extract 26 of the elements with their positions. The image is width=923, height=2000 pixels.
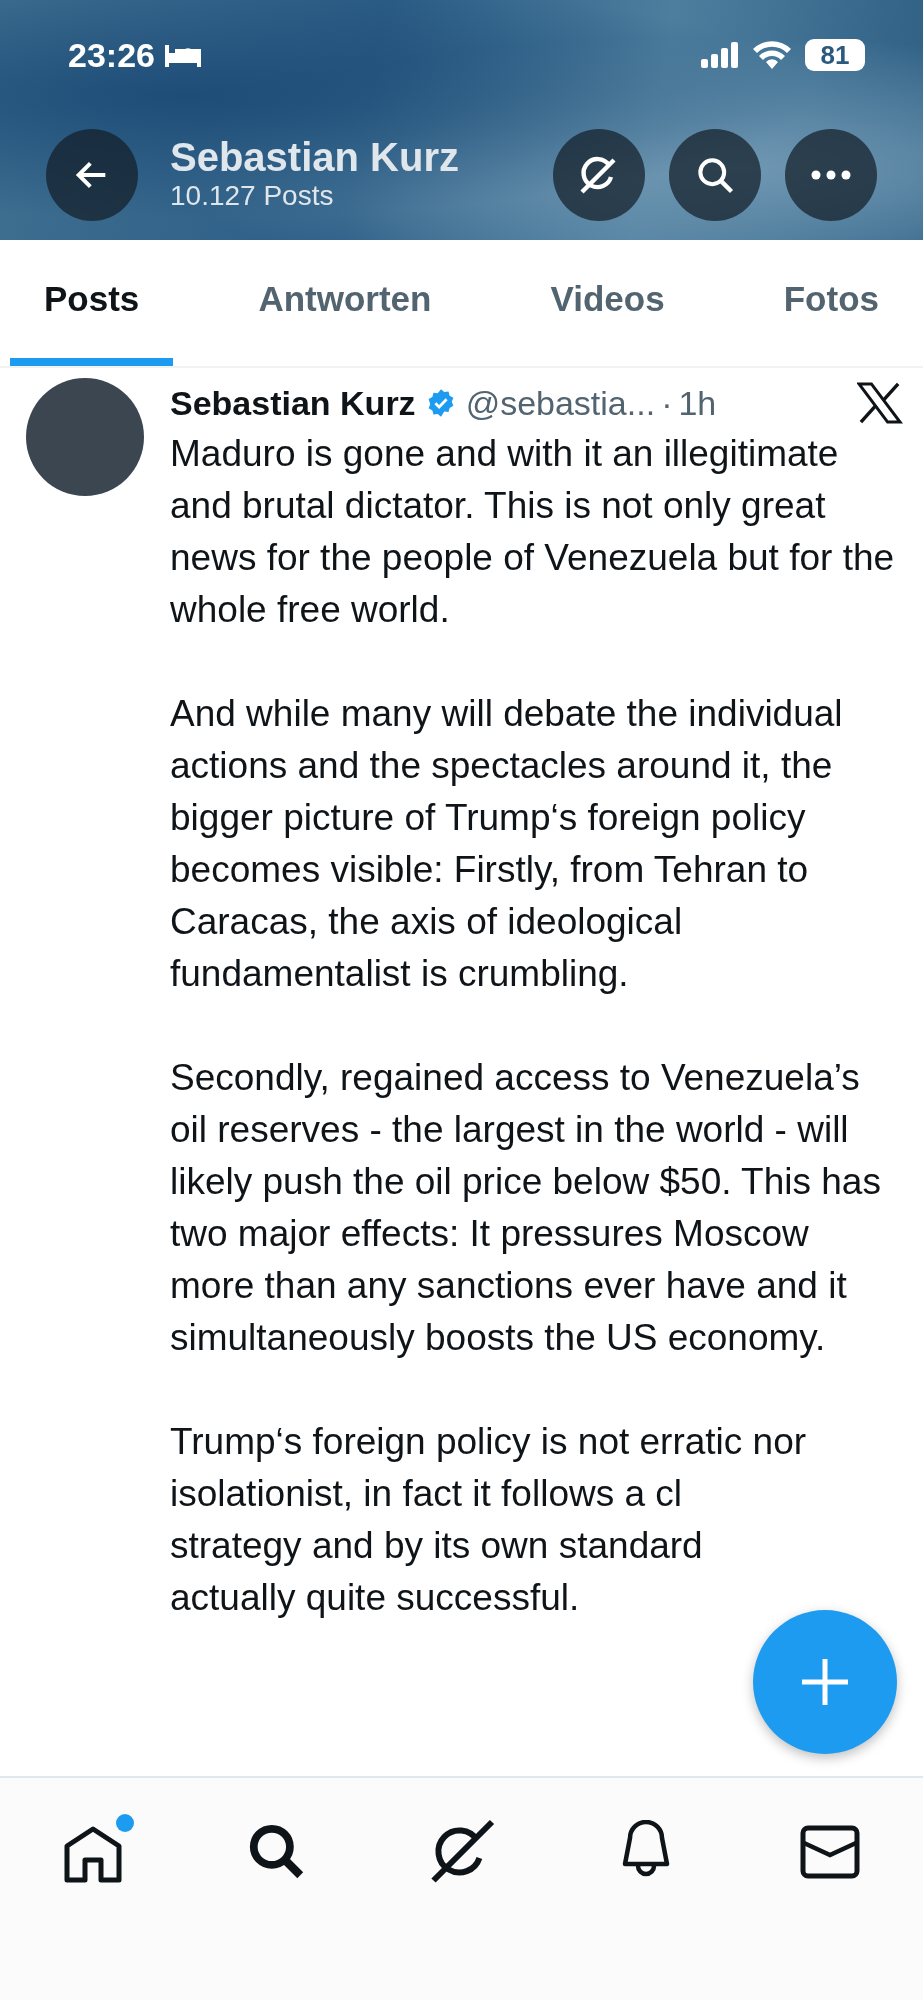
bed-icon — [162, 43, 203, 67]
signal-icon — [701, 42, 739, 68]
compose-button[interactable] — [753, 1610, 897, 1754]
post-text-line: actually quite successful. — [170, 1576, 580, 1620]
more-icon — [809, 169, 853, 181]
post-text-line: strategy and by its own standard — [170, 1524, 703, 1568]
post-paragraph: Secondly, regained access to Venezuela’s oil reserves - the largest in the world - will likely push the oil price below $50. This has two major effects: It pressures Moscow more than any sanctions ever have and it simultaneously boosts the US economy. — [170, 1056, 882, 1360]
post-paragraph: And while many will debate the individual actions and the spectacles around it, the bigger picture of Trump‘s foreign policy becomes visible: Firstly, from Tehran to Caracas, the axis of ideological fundamentalist is crumbling. — [170, 692, 844, 996]
profile-tab[interactable]: Videos — [516, 240, 699, 366]
post-time: 1h — [678, 383, 717, 423]
post-text-line: Trump‘s foreign policy is not erratic nor — [170, 1420, 807, 1464]
post-paragraph: Maduro is gone and with it an illegitimate and brutal dictator. This is not only great news for the people of Venezuela but for the whole free world. — [170, 432, 896, 632]
plus-icon — [800, 1657, 850, 1707]
author-handle: @sebastia... — [465, 383, 656, 423]
separator-dot: · — [661, 383, 673, 423]
battery-indicator: 81 — [805, 39, 865, 71]
x-logo-icon — [857, 382, 903, 424]
profile-tab[interactable]: Antworten — [224, 240, 466, 366]
profile-name: Sebastian Kurz — [170, 134, 460, 180]
wifi-icon — [753, 41, 791, 69]
status-time: 23:26 — [68, 35, 155, 75]
profile-tab[interactable]: Fotos — [749, 240, 913, 366]
author-name[interactable]: Sebastian Kurz — [170, 383, 416, 423]
post-count: 10.127 Posts — [170, 180, 335, 212]
profile-tab[interactable]: Posts — [10, 240, 174, 366]
post-text-line: isolationist, in fact it follows a cl — [170, 1472, 683, 1516]
